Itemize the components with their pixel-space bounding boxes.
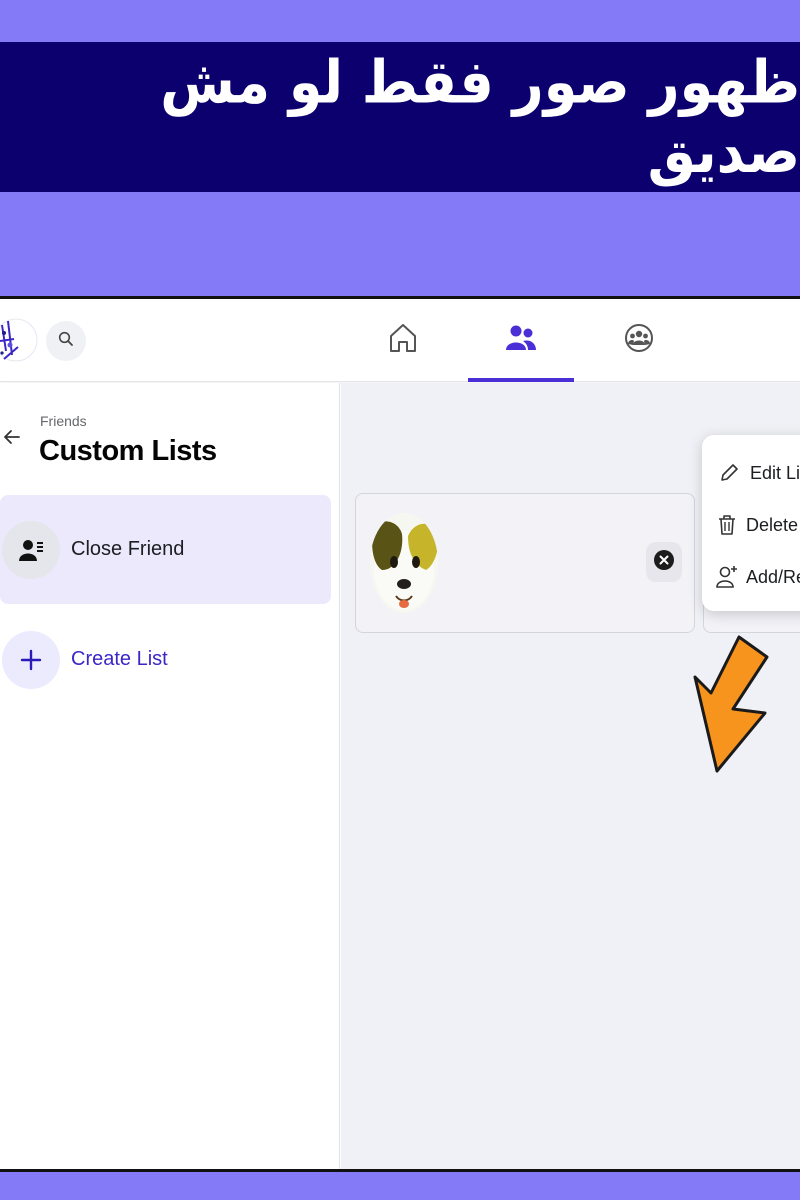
main-content: Edit List Delete List: [341, 383, 800, 1169]
groups-icon: [624, 323, 654, 358]
search-button[interactable]: [46, 321, 86, 361]
pointer-arrow-icon: [693, 635, 773, 775]
app-screenshot: Friends Custom Lists Close Friend Create…: [0, 296, 800, 1172]
page-title: Custom Lists: [39, 435, 217, 467]
home-icon: [388, 322, 418, 359]
header-banner: ظهور صور فقط لو مش صديق: [0, 42, 800, 192]
pencil-icon: [716, 460, 742, 486]
search-icon: [58, 331, 74, 352]
sidebar-item-label: Create List: [71, 648, 168, 670]
banner-title: ظهور صور فقط لو مش صديق: [160, 47, 800, 187]
app-logo-icon[interactable]: [0, 311, 38, 369]
menu-item-delete-list[interactable]: Delete List: [702, 499, 800, 551]
menu-item-label: Delete List: [746, 514, 800, 535]
dog-avatar[interactable]: [368, 512, 440, 614]
contact-list-icon: [2, 520, 60, 579]
breadcrumb[interactable]: Friends: [40, 413, 87, 429]
tab-friends[interactable]: [468, 299, 574, 382]
trash-icon: [716, 512, 738, 538]
menu-item-label: Add/Remove: [746, 566, 800, 587]
tab-home[interactable]: [350, 299, 456, 382]
sidebar-item-create-list[interactable]: Create List: [0, 605, 331, 714]
sidebar: Friends Custom Lists Close Friend Create…: [0, 383, 340, 1169]
close-circle-icon: [653, 549, 675, 576]
plus-icon: [2, 630, 60, 689]
add-person-icon: [716, 564, 738, 590]
menu-item-label: Edit List: [750, 462, 800, 483]
back-button[interactable]: [2, 427, 22, 447]
friend-card[interactable]: [355, 493, 695, 633]
menu-item-add-remove[interactable]: Add/Remove: [702, 551, 800, 603]
back-arrow-icon: [2, 430, 22, 451]
list-options-menu: Edit List Delete List: [702, 435, 800, 611]
remove-friend-button[interactable]: [646, 542, 682, 582]
sidebar-item-close-friend[interactable]: Close Friend: [0, 495, 331, 604]
tab-groups[interactable]: [586, 299, 692, 382]
top-navigation-bar: [0, 299, 800, 382]
sidebar-item-label: Close Friend: [71, 538, 185, 560]
menu-item-edit-list[interactable]: Edit List: [702, 447, 800, 499]
friends-icon: [506, 324, 536, 357]
